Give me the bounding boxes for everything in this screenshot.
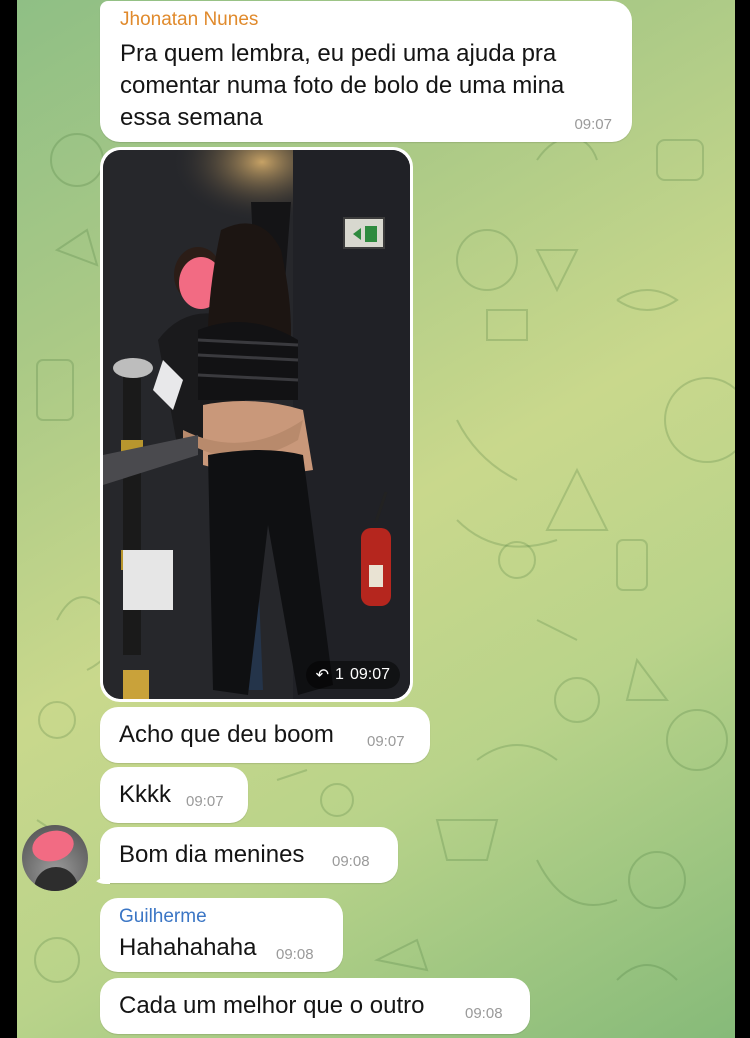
message-bubble[interactable]: Acho que deu boom 09:07	[100, 707, 430, 763]
reply-count: 1	[335, 666, 344, 683]
message-text: Acho que deu boom	[119, 721, 334, 748]
avatar[interactable]	[22, 825, 88, 891]
message-bubble[interactable]: Bom dia menines 09:08	[100, 827, 398, 883]
message-time: 09:07	[574, 116, 612, 133]
photo-time: 09:07	[349, 666, 390, 683]
message-text: Cada um melhor que o outro	[119, 992, 425, 1019]
message-time: 09:07	[186, 793, 224, 810]
sender-name[interactable]: Jhonatan Nunes	[120, 9, 258, 31]
photo-meta: ↶ 1 09:07	[305, 661, 400, 689]
message-time: 09:08	[276, 946, 314, 963]
message-time: 09:08	[332, 853, 370, 870]
message-time: 09:08	[465, 1005, 503, 1022]
message-text: Kkkk	[119, 781, 172, 808]
photo-image[interactable]: ↶ 1 09:07	[103, 150, 410, 699]
photo-message[interactable]: ↶ 1 09:07	[100, 147, 413, 702]
avatar-silhouette	[34, 867, 78, 891]
message-bubble[interactable]: Kkkk 09:07	[100, 767, 248, 823]
sender-name[interactable]: Guilherme	[119, 906, 207, 928]
reply-arrow-icon: ↶	[315, 667, 330, 684]
message-text: Pra quem lembra, eu pedi uma ajuda pra c…	[120, 40, 565, 131]
avatar-blur	[28, 826, 78, 866]
message-text: Bom dia menines	[119, 841, 305, 868]
chat-background: Jhonatan Nunes Pra quem lembra, eu pedi …	[17, 0, 735, 1038]
message-bubble-guilherme[interactable]: Guilherme Hahahahaha 09:08	[100, 898, 343, 972]
photo-illustration	[103, 150, 410, 699]
message-time: 09:07	[367, 733, 405, 750]
message-text: Hahahahaha	[119, 934, 257, 961]
message-bubble[interactable]: Cada um melhor que o outro 09:08	[100, 978, 530, 1034]
message-bubble-jhonatan[interactable]: Jhonatan Nunes Pra quem lembra, eu pedi …	[100, 1, 632, 142]
